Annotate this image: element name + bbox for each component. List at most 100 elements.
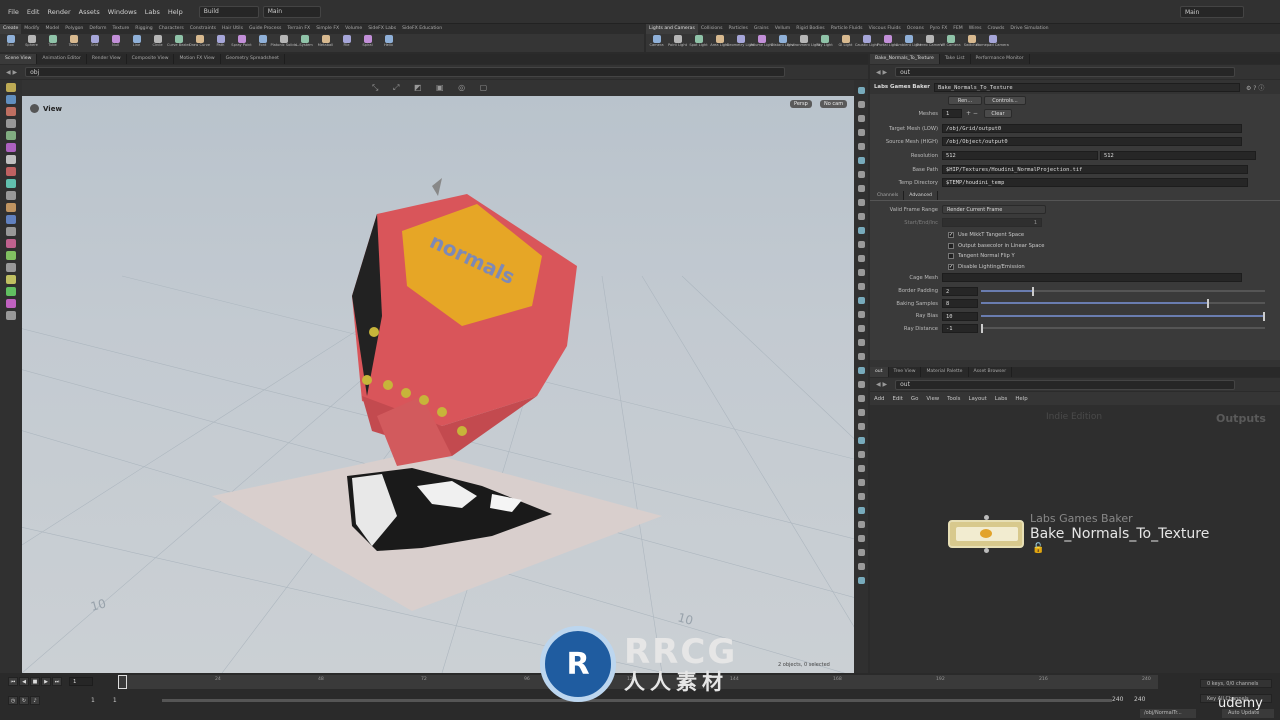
shelf-tool[interactable]: Spiral bbox=[357, 34, 378, 52]
display-icon[interactable] bbox=[857, 297, 865, 304]
realtime-toggle[interactable]: ◷ bbox=[8, 696, 18, 705]
tool-icon[interactable] bbox=[6, 179, 16, 188]
display-icon[interactable] bbox=[857, 115, 865, 122]
frame-marker[interactable] bbox=[118, 675, 127, 689]
shelf-tab[interactable]: Constraints bbox=[187, 24, 219, 34]
display-icon[interactable] bbox=[857, 493, 865, 500]
shelf-tab[interactable]: Grains bbox=[751, 24, 772, 34]
tool-icon[interactable] bbox=[6, 107, 16, 116]
shelf-tab[interactable]: Wires bbox=[966, 24, 985, 34]
target-mesh-field[interactable]: /obj/Grid/output0 bbox=[942, 124, 1242, 133]
tool-icon[interactable] bbox=[6, 215, 16, 224]
node-input[interactable] bbox=[984, 515, 989, 520]
shelf-tool[interactable]: L-System bbox=[294, 34, 315, 52]
option-checkbox[interactable]: ✓ bbox=[948, 232, 954, 239]
node-name-field[interactable]: Bake_Normals_To_Texture bbox=[933, 82, 1240, 92]
start-end-field[interactable]: 1 bbox=[942, 218, 1042, 227]
menu-item-assets[interactable]: Assets bbox=[79, 8, 100, 16]
shelf-tab[interactable]: Volume bbox=[342, 24, 365, 34]
display-icon[interactable] bbox=[857, 465, 865, 472]
display-icon[interactable] bbox=[857, 563, 865, 570]
slider-value-field[interactable]: -1 bbox=[942, 324, 978, 334]
net-back-icon[interactable]: ◀ ▶ bbox=[876, 381, 887, 388]
display-icon[interactable] bbox=[857, 241, 865, 248]
lock-icon[interactable]: 🔓 bbox=[1032, 543, 1044, 554]
pane-tab[interactable]: Geometry Spreadsheet bbox=[221, 54, 285, 64]
net-menu-item[interactable]: Help bbox=[1015, 396, 1027, 402]
param-tab[interactable]: Advanced bbox=[904, 191, 938, 200]
slider-track[interactable] bbox=[981, 324, 1265, 334]
shelf-tool[interactable]: Curve Bezier bbox=[167, 34, 190, 52]
shelf-tab[interactable]: Drive Simulation bbox=[1007, 24, 1051, 34]
shelf-tool[interactable]: Camera bbox=[646, 34, 667, 52]
shelf-tab[interactable]: FEM bbox=[950, 24, 966, 34]
display-icon[interactable] bbox=[857, 549, 865, 556]
shelf-tool[interactable]: VR Camera bbox=[940, 34, 961, 52]
slider-value-field[interactable]: 2 bbox=[942, 286, 978, 296]
viewport-3d[interactable]: normals 10 10 View Persp No cam 2 object… bbox=[22, 96, 854, 673]
tool-icon[interactable] bbox=[6, 167, 16, 176]
shelf-tab[interactable]: Model bbox=[43, 24, 63, 34]
shelf-tab[interactable]: Particle Fluids bbox=[828, 24, 866, 34]
tool-icon[interactable] bbox=[6, 251, 16, 260]
net-menu-item[interactable]: Tools bbox=[947, 396, 960, 402]
display-icon[interactable] bbox=[857, 521, 865, 528]
display-icon[interactable] bbox=[857, 409, 865, 416]
tool-icon[interactable] bbox=[6, 299, 16, 308]
shelf-tab[interactable]: Oceans bbox=[904, 24, 927, 34]
net-menu-item[interactable]: Labs bbox=[995, 396, 1008, 402]
display-icon[interactable] bbox=[857, 213, 865, 220]
display-icon[interactable] bbox=[857, 199, 865, 206]
cage-mesh-field[interactable] bbox=[942, 273, 1242, 282]
shelf-tool[interactable]: Null bbox=[105, 34, 126, 52]
frame-range-select[interactable]: Render Current Frame bbox=[942, 205, 1046, 214]
option-checkbox[interactable]: ✓ bbox=[948, 263, 954, 270]
shelf-tab[interactable]: Hair Utils bbox=[219, 24, 246, 34]
pane-tab[interactable]: Performance Monitor bbox=[971, 54, 1030, 64]
shelf-tool[interactable]: Sphere bbox=[21, 34, 42, 52]
tool-icon[interactable] bbox=[6, 263, 16, 272]
first-frame-button[interactable]: ⏮ bbox=[8, 677, 18, 686]
shelf-tab[interactable]: Create bbox=[0, 24, 22, 34]
tool-icon[interactable] bbox=[6, 95, 16, 104]
tool-icon[interactable] bbox=[6, 203, 16, 212]
audio-toggle[interactable]: ♪ bbox=[30, 696, 40, 705]
display-icon[interactable] bbox=[857, 269, 865, 276]
last-frame-button[interactable]: ⏭ bbox=[52, 677, 62, 686]
shelf-tool[interactable]: Draw Curve bbox=[189, 34, 210, 52]
start-frame-2[interactable]: 1 bbox=[113, 697, 117, 704]
menu-item-help[interactable]: Help bbox=[168, 8, 183, 16]
pane-tab[interactable]: Material Palette bbox=[921, 367, 969, 377]
tool-icon[interactable] bbox=[6, 287, 16, 296]
end-frame[interactable]: 240 bbox=[1112, 696, 1123, 703]
pane-tab[interactable]: Animation Editor bbox=[37, 54, 87, 64]
tool-icon[interactable] bbox=[6, 227, 16, 236]
net-menu-item[interactable]: Go bbox=[911, 396, 918, 402]
resolution-y-field[interactable]: 512 bbox=[1100, 151, 1256, 160]
help-icon[interactable]: ⚙ ? ⓘ bbox=[1246, 83, 1264, 92]
meshes-stepper-icon[interactable]: + − bbox=[966, 110, 978, 117]
shelf-tab[interactable]: SideFX Labs bbox=[365, 24, 399, 34]
net-menu-item[interactable]: Add bbox=[874, 396, 884, 402]
tool-icon[interactable] bbox=[6, 119, 16, 128]
shelf-tool[interactable]: Sky Light bbox=[814, 34, 835, 52]
param-path-field[interactable]: out bbox=[895, 67, 1236, 77]
shelf-tool[interactable]: Tube bbox=[42, 34, 63, 52]
slider-track[interactable] bbox=[981, 286, 1265, 296]
tool-icon[interactable] bbox=[6, 239, 16, 248]
shelf-tab[interactable]: Viscous Fluids bbox=[866, 24, 904, 34]
shelf-tab[interactable]: Simple FX bbox=[313, 24, 342, 34]
shelf-tab[interactable]: Characters bbox=[156, 24, 187, 34]
menu-item-windows[interactable]: Windows bbox=[108, 8, 137, 16]
display-icon[interactable] bbox=[857, 535, 865, 542]
shelf-tool[interactable]: Platonic Solids bbox=[271, 34, 297, 52]
network-editor[interactable]: Indie Edition Outputs Labs Games Baker B… bbox=[870, 405, 1280, 673]
display-icon[interactable] bbox=[857, 171, 865, 178]
display-icon[interactable] bbox=[857, 577, 865, 584]
pane-tab[interactable]: Composite View bbox=[127, 54, 175, 64]
net-path-field[interactable]: out bbox=[895, 379, 1236, 390]
pane-tab[interactable]: Render View bbox=[87, 54, 127, 64]
shelf-tab[interactable]: Vellum bbox=[772, 24, 794, 34]
shelf-tool[interactable]: Circle bbox=[147, 34, 168, 52]
shelf-tool[interactable]: Path bbox=[210, 34, 231, 52]
